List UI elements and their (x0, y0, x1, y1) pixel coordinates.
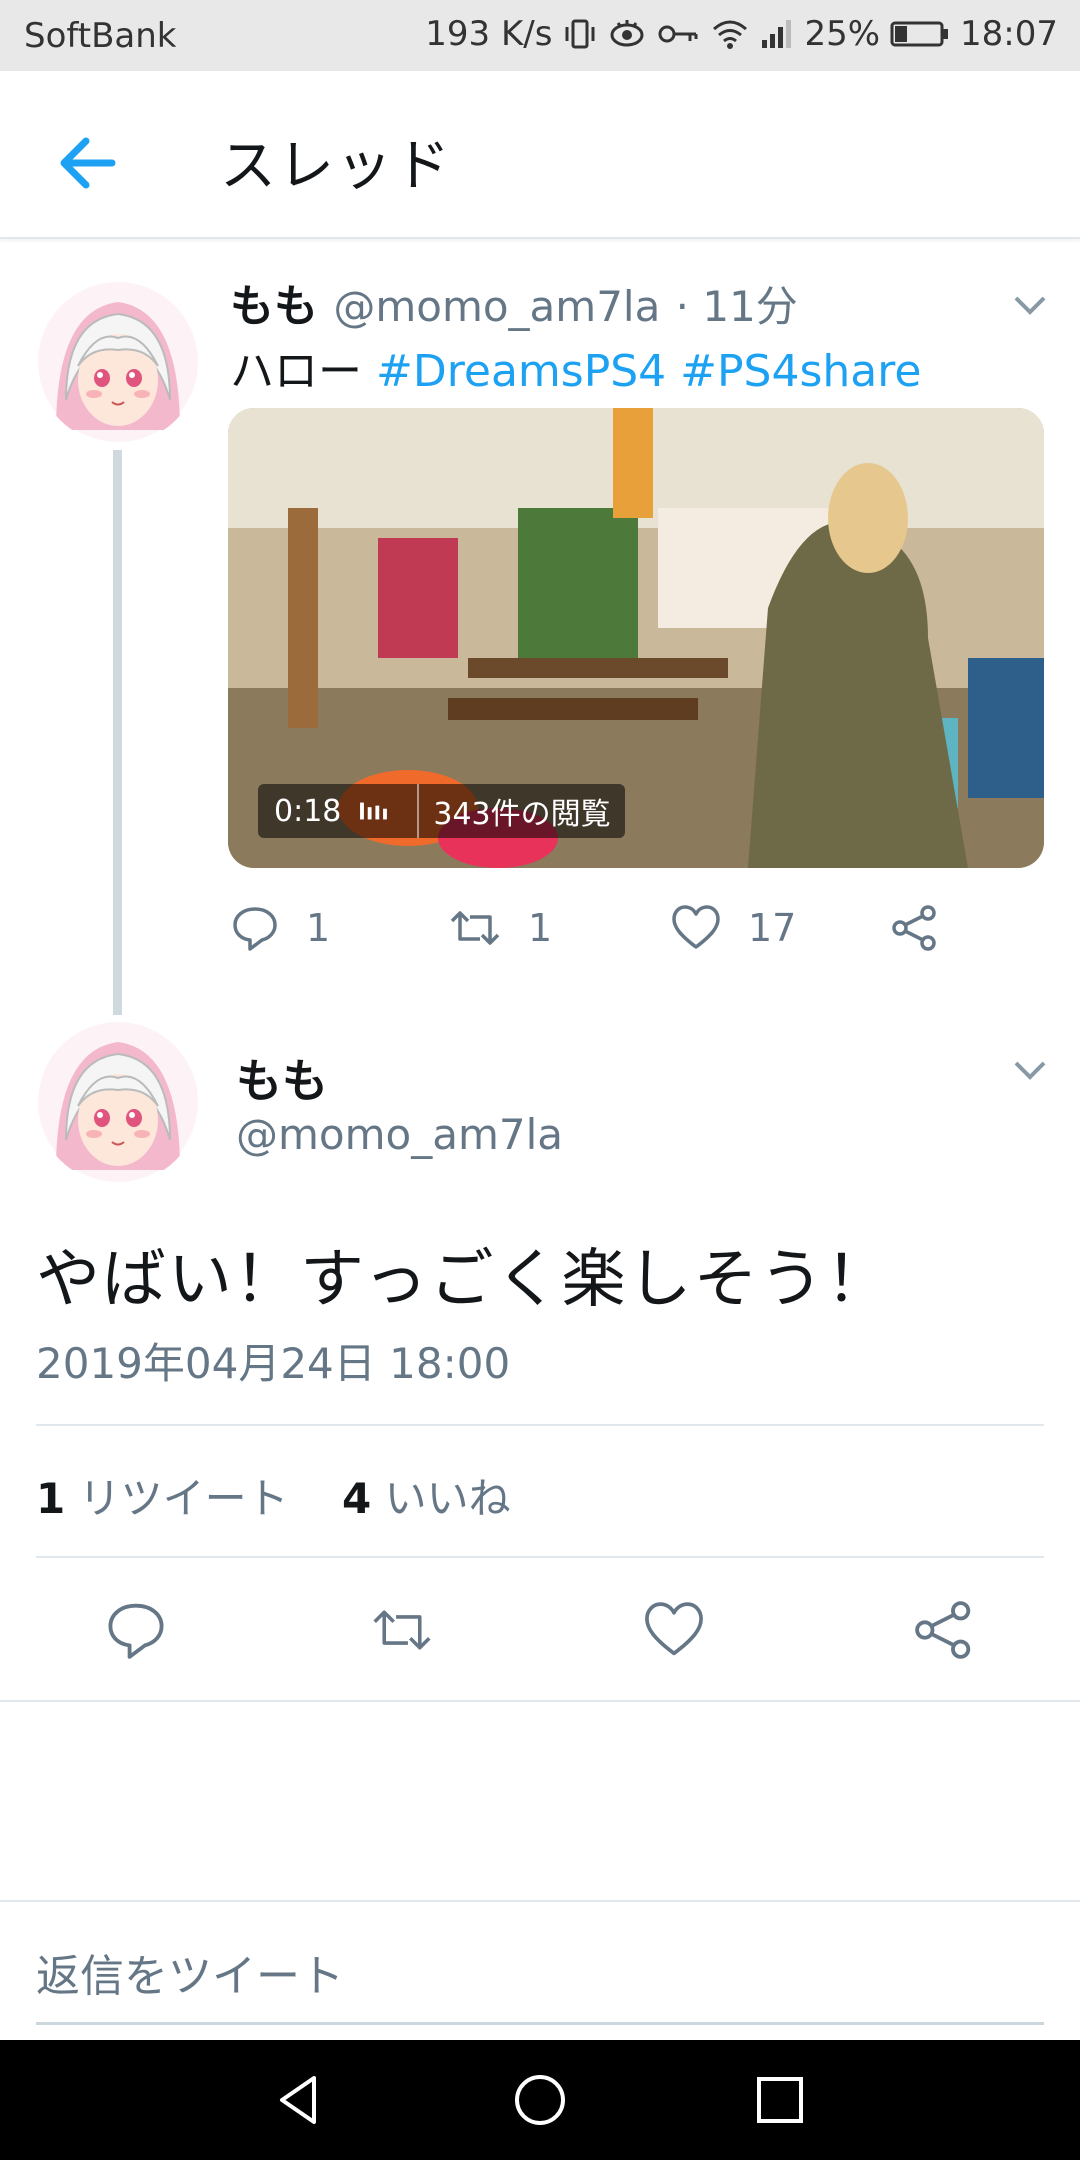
reply-icon[interactable] (104, 1598, 168, 1662)
tweet-text: ハロー #DreamsPS4 #PS4share (230, 335, 921, 399)
reply-input-underline (36, 2022, 1044, 2025)
divider (36, 1556, 1044, 1558)
retweet-stat-count: 1 (36, 1474, 66, 1523)
back-triangle-icon[interactable] (270, 2070, 330, 2130)
heart-icon (672, 905, 720, 949)
divider (0, 1700, 1080, 1702)
back-arrow-icon[interactable] (50, 123, 130, 203)
avatar[interactable] (36, 1020, 200, 1184)
reply-count: 1 (306, 906, 331, 950)
hashtag-link[interactable]: #PS4share (680, 346, 921, 397)
video-duration: 0:18 (274, 793, 342, 829)
divider (0, 1900, 1080, 1902)
engagement-stats: 1 リツイート 4 いいね (36, 1465, 511, 1526)
avatar[interactable] (36, 280, 200, 444)
battery-percent: 25% (804, 14, 881, 54)
retweet-count: 1 (528, 906, 553, 950)
share-icon[interactable] (912, 1598, 976, 1662)
app-header: スレッド (0, 71, 1080, 239)
retweet-icon[interactable] (370, 1598, 434, 1662)
tweet-text: やばい！すっごく楽しそう！ (36, 1243, 892, 1317)
like-action[interactable]: 17 (670, 898, 796, 958)
vpn-key-icon (658, 25, 698, 43)
like-stat-label: いいね (384, 1474, 511, 1523)
divider (36, 1424, 1044, 1426)
share-action[interactable] (890, 898, 940, 958)
wifi-icon (713, 20, 748, 49)
video-info-badge: 0:18 343件の閲覧 (258, 784, 625, 838)
carrier-label: SoftBank (24, 16, 177, 56)
author-handle: @momo_am7la (333, 282, 661, 331)
vibrate-icon (565, 19, 595, 49)
like-stat[interactable]: 4 いいね (342, 1474, 511, 1523)
status-icons: 193 K/s 25% 18:07 (425, 14, 1058, 54)
reply-action[interactable]: 1 (230, 898, 330, 958)
clock: 18:07 (960, 14, 1058, 54)
thread-connector-line (113, 450, 122, 1015)
system-nav-bar (0, 2040, 1080, 2160)
author-handle[interactable]: @momo_am7la (236, 1110, 563, 1159)
audio-bars-icon (360, 802, 388, 820)
reply-icon (233, 907, 277, 951)
status-bar: SoftBank 193 K/s 25% 18:07 (0, 0, 1080, 71)
retweet-icon (450, 911, 500, 945)
reply-input[interactable]: 返信をツイート (36, 1940, 344, 2004)
avatar-illustration (38, 1022, 198, 1182)
page-title: スレッド (220, 134, 452, 199)
tweet-age: · 11分 (675, 282, 798, 331)
tweet-timestamp[interactable]: 2019年04月24日 18:00 (36, 1330, 510, 1391)
retweet-action[interactable]: 1 (448, 898, 552, 958)
heart-icon[interactable] (642, 1598, 706, 1662)
like-stat-count: 4 (342, 1474, 372, 1523)
hashtag-link[interactable]: #DreamsPS4 (376, 346, 666, 397)
recents-square-icon[interactable] (750, 2070, 810, 2130)
net-speed: 193 K/s (425, 14, 553, 54)
eye-icon (610, 20, 644, 47)
tweet-author[interactable]: もも @momo_am7la · 11分 (230, 270, 798, 334)
tweet-body: ハロー (230, 346, 376, 397)
chevron-down-icon[interactable] (1010, 1055, 1050, 1085)
author-name: もも (230, 281, 318, 332)
battery-icon (890, 21, 949, 47)
author-name[interactable]: もも (236, 1045, 328, 1111)
home-circle-icon[interactable] (510, 2070, 570, 2130)
retweet-stat-label: リツイート (78, 1474, 289, 1523)
avatar-illustration (38, 282, 198, 442)
retweet-stat[interactable]: 1 リツイート (36, 1474, 289, 1523)
share-icon (892, 905, 936, 951)
signal-icon (762, 20, 792, 48)
video-thumbnail[interactable]: 0:18 343件の閲覧 (228, 408, 1044, 868)
view-count: 343件の閲覧 (433, 797, 611, 832)
chevron-down-icon[interactable] (1010, 290, 1050, 320)
like-count: 17 (748, 906, 797, 950)
